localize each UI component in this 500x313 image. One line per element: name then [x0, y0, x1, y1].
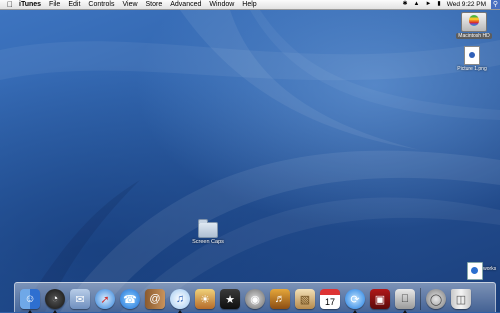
menu-app-name[interactable]: iTunes — [15, 0, 45, 9]
itunes-icon: ♫ — [170, 289, 190, 309]
dock-garageband[interactable]: ♬ — [269, 286, 291, 312]
picture-file-icon[interactable]: Picture 1.png — [450, 46, 494, 72]
dock-idvd[interactable]: ◉ — [244, 286, 266, 312]
macintosh-hd-icon[interactable]: Macintosh HD — [452, 12, 496, 39]
dock-itunes[interactable]: ♫ — [169, 286, 191, 313]
apple-logo-icon — [469, 15, 479, 26]
wallpaper-swooshes — [0, 10, 500, 312]
menu-bar:  iTunes File Edit Controls View Store A… — [0, 0, 500, 10]
menu-controls[interactable]: Controls — [84, 0, 118, 9]
imovie-icon: ★ — [220, 289, 240, 309]
dock-dashboard[interactable]: ◔ — [44, 286, 66, 313]
picture-file-label: Picture 1.png — [457, 66, 487, 72]
mail-icon: ✉ — [70, 289, 90, 309]
dock-preview[interactable]: ▧ — [294, 286, 316, 312]
folder-icon — [198, 219, 218, 238]
hard-drive-icon — [461, 12, 487, 32]
dock-quicktime[interactable]: ◯ — [425, 286, 447, 312]
dock-ical[interactable]: 17 — [319, 286, 341, 312]
desktop[interactable]: Macintosh HD Picture 1.png Screen Caps .… — [0, 10, 500, 312]
safari-icon: ➚ — [95, 289, 115, 309]
battery-icon[interactable]: ▮ — [434, 0, 443, 9]
dock-safari[interactable]: ➚ — [94, 286, 116, 312]
dock-system-preferences[interactable]:  — [394, 286, 416, 313]
menu-clock[interactable]: Wed 9:22 PM — [444, 0, 491, 9]
screen-caps-folder[interactable]: Screen Caps — [186, 219, 230, 245]
apple-icon[interactable]:  — [5, 0, 15, 9]
dock-address-book[interactable]: @ — [144, 286, 166, 312]
garageband-icon: ♬ — [270, 289, 290, 309]
dock-imovie[interactable]: ★ — [219, 286, 241, 312]
sync-icon: ⟳ — [345, 289, 365, 309]
dock-trash[interactable]: ◫ — [450, 286, 472, 312]
bluetooth-icon[interactable]: ✱ — [399, 0, 410, 9]
menu-view[interactable]: View — [118, 0, 141, 9]
ical-icon: 17 — [320, 289, 340, 309]
menu-advanced[interactable]: Advanced — [166, 0, 205, 9]
address-book-icon: @ — [145, 289, 165, 309]
menu-edit[interactable]: Edit — [64, 0, 84, 9]
finder-icon: ☺ — [20, 289, 40, 309]
dock-iphoto[interactable]: ☀ — [194, 286, 216, 312]
menu-file[interactable]: File — [45, 0, 64, 9]
dock-photo-booth[interactable]: ▣ — [369, 286, 391, 312]
dock: ☺ ◔ ✉ ➚ ☎ @ ♫ ☀ ★ ◉ ♬ ▧ 17 ⟳ ▣ ◯ ◫ — [14, 282, 496, 313]
ichat-icon: ☎ — [120, 289, 140, 309]
menu-help[interactable]: Help — [238, 0, 260, 9]
desktop-app-icon[interactable]: ...works — [455, 262, 496, 280]
preview-icon: ▧ — [295, 289, 315, 309]
menu-store[interactable]: Store — [142, 0, 167, 9]
quicktime-icon: ◯ — [426, 289, 446, 309]
volume-icon[interactable]: ► — [422, 0, 434, 9]
spotlight-icon[interactable]: ⚲ — [491, 0, 500, 9]
dock-mail[interactable]: ✉ — [69, 286, 91, 312]
menu-window[interactable]: Window — [205, 0, 238, 9]
system-preferences-icon:  — [395, 289, 415, 309]
screen-caps-label: Screen Caps — [192, 239, 224, 245]
app-document-icon — [467, 262, 483, 280]
dock-finder[interactable]: ☺ — [19, 286, 41, 313]
dock-sync[interactable]: ⟳ — [344, 286, 366, 313]
photo-booth-icon: ▣ — [370, 289, 390, 309]
dock-ichat[interactable]: ☎ — [119, 286, 141, 312]
image-document-icon — [464, 46, 480, 65]
trash-icon: ◫ — [451, 289, 471, 309]
dashboard-icon: ◔ — [45, 289, 65, 309]
idvd-icon: ◉ — [245, 289, 265, 309]
wifi-icon[interactable]: ▲ — [411, 0, 423, 9]
dock-separator — [420, 288, 421, 310]
iphoto-icon: ☀ — [195, 289, 215, 309]
macintosh-hd-label: Macintosh HD — [456, 33, 492, 39]
